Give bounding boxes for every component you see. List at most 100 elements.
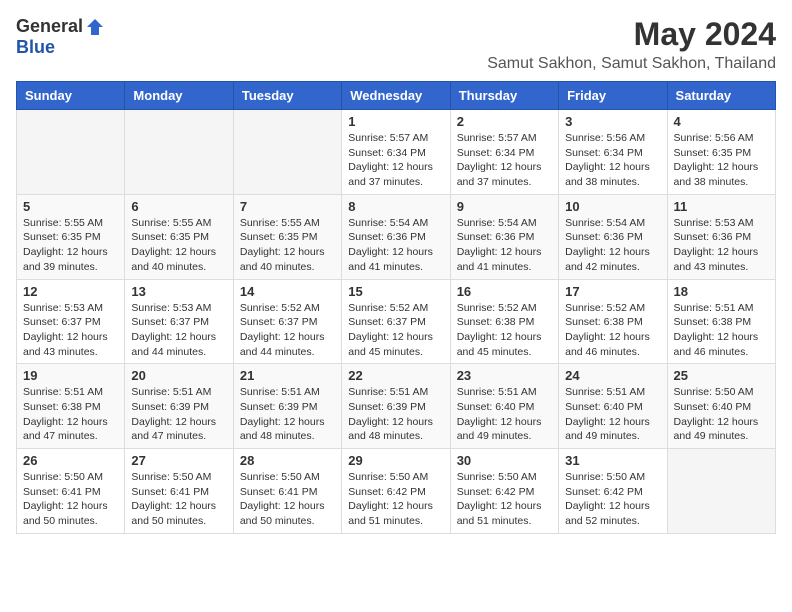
day-info: Sunrise: 5:55 AM Sunset: 6:35 PM Dayligh… (23, 216, 118, 275)
day-number: 17 (565, 284, 660, 299)
table-row: 19 Sunrise: 5:51 AM Sunset: 6:38 PM Dayli… (17, 364, 125, 449)
day-number: 26 (23, 453, 118, 468)
day-number: 21 (240, 368, 335, 383)
table-row: 7Sunrise: 5:55 AM Sunset: 6:35 PM Daylig… (233, 194, 341, 279)
day-number: 13 (131, 284, 226, 299)
table-row: 22 Sunrise: 5:51 AM Sunset: 6:39 PM Dayli… (342, 364, 450, 449)
day-number: 22 (348, 368, 443, 383)
table-row: 18Sunrise: 5:51 AM Sunset: 6:38 PM Dayli… (667, 279, 775, 364)
day-info: Sunrise: 5:51 AM Sunset: 6:39 PM Dayligh… (348, 385, 443, 444)
day-info: Sunrise: 5:53 AM Sunset: 6:37 PM Dayligh… (23, 301, 118, 360)
logo: General Blue (16, 16, 105, 58)
day-info: Sunrise: 5:54 AM Sunset: 6:36 PM Dayligh… (348, 216, 443, 275)
day-info: Sunrise: 5:50 AM Sunset: 6:40 PM Dayligh… (674, 385, 769, 444)
day-info: Sunrise: 5:53 AM Sunset: 6:37 PM Dayligh… (131, 301, 226, 360)
calendar-week-row: 19 Sunrise: 5:51 AM Sunset: 6:38 PM Dayli… (17, 364, 776, 449)
day-number: 1 (348, 114, 443, 129)
day-number: 9 (457, 199, 552, 214)
day-number: 15 (348, 284, 443, 299)
day-info: Sunrise: 5:51 AM Sunset: 6:38 PM Dayligh… (23, 385, 118, 444)
title-area: May 2024 Samut Sakhon, Samut Sakhon, Tha… (487, 16, 776, 73)
table-row (233, 110, 341, 195)
day-number: 12 (23, 284, 118, 299)
table-row: 10Sunrise: 5:54 AM Sunset: 6:36 PM Dayli… (559, 194, 667, 279)
table-row (125, 110, 233, 195)
day-info: Sunrise: 5:57 AM Sunset: 6:34 PM Dayligh… (348, 131, 443, 190)
day-number: 28 (240, 453, 335, 468)
calendar-header-row: Sunday Monday Tuesday Wednesday Thursday… (17, 82, 776, 110)
table-row: 13 Sunrise: 5:53 AM Sunset: 6:37 PM Dayli… (125, 279, 233, 364)
table-row: 30 Sunrise: 5:50 AM Sunset: 6:42 PM Dayli… (450, 449, 558, 534)
month-title: May 2024 (487, 16, 776, 53)
calendar-table: Sunday Monday Tuesday Wednesday Thursday… (16, 81, 776, 534)
table-row: 12 Sunrise: 5:53 AM Sunset: 6:37 PM Dayli… (17, 279, 125, 364)
table-row: 1 Sunrise: 5:57 AM Sunset: 6:34 PM Daylig… (342, 110, 450, 195)
day-number: 3 (565, 114, 660, 129)
day-number: 31 (565, 453, 660, 468)
day-info: Sunrise: 5:50 AM Sunset: 6:42 PM Dayligh… (457, 470, 552, 529)
table-row: 8 Sunrise: 5:54 AM Sunset: 6:36 PM Daylig… (342, 194, 450, 279)
calendar-week-row: 12 Sunrise: 5:53 AM Sunset: 6:37 PM Dayli… (17, 279, 776, 364)
day-info: Sunrise: 5:51 AM Sunset: 6:40 PM Dayligh… (457, 385, 552, 444)
day-number: 6 (131, 199, 226, 214)
day-info: Sunrise: 5:52 AM Sunset: 6:38 PM Dayligh… (565, 301, 660, 360)
day-number: 24 (565, 368, 660, 383)
table-row: 11Sunrise: 5:53 AM Sunset: 6:36 PM Dayli… (667, 194, 775, 279)
table-row: 16Sunrise: 5:52 AM Sunset: 6:38 PM Dayli… (450, 279, 558, 364)
table-row: 17 Sunrise: 5:52 AM Sunset: 6:38 PM Dayli… (559, 279, 667, 364)
day-info: Sunrise: 5:55 AM Sunset: 6:35 PM Dayligh… (131, 216, 226, 275)
day-info: Sunrise: 5:52 AM Sunset: 6:37 PM Dayligh… (240, 301, 335, 360)
table-row: 3 Sunrise: 5:56 AM Sunset: 6:34 PM Daylig… (559, 110, 667, 195)
table-row: 14 Sunrise: 5:52 AM Sunset: 6:37 PM Dayli… (233, 279, 341, 364)
table-row (17, 110, 125, 195)
table-row: 25 Sunrise: 5:50 AM Sunset: 6:40 PM Dayli… (667, 364, 775, 449)
day-info: Sunrise: 5:50 AM Sunset: 6:41 PM Dayligh… (131, 470, 226, 529)
table-row: 23 Sunrise: 5:51 AM Sunset: 6:40 PM Dayli… (450, 364, 558, 449)
table-row: 5 Sunrise: 5:55 AM Sunset: 6:35 PM Daylig… (17, 194, 125, 279)
day-info: Sunrise: 5:53 AM Sunset: 6:36 PM Dayligh… (674, 216, 769, 275)
day-number: 25 (674, 368, 769, 383)
day-info: Sunrise: 5:51 AM Sunset: 6:39 PM Dayligh… (240, 385, 335, 444)
day-number: 29 (348, 453, 443, 468)
day-info: Sunrise: 5:51 AM Sunset: 6:39 PM Dayligh… (131, 385, 226, 444)
location-title: Samut Sakhon, Samut Sakhon, Thailand (487, 55, 776, 73)
day-number: 27 (131, 453, 226, 468)
day-number: 2 (457, 114, 552, 129)
day-info: Sunrise: 5:56 AM Sunset: 6:34 PM Dayligh… (565, 131, 660, 190)
table-row (667, 449, 775, 534)
day-number: 19 (23, 368, 118, 383)
day-number: 8 (348, 199, 443, 214)
logo-general-text: General (16, 16, 83, 37)
day-number: 23 (457, 368, 552, 383)
calendar-week-row: 5 Sunrise: 5:55 AM Sunset: 6:35 PM Daylig… (17, 194, 776, 279)
table-row: 27 Sunrise: 5:50 AM Sunset: 6:41 PM Dayli… (125, 449, 233, 534)
table-row: 21 Sunrise: 5:51 AM Sunset: 6:39 PM Dayli… (233, 364, 341, 449)
table-row: 24 Sunrise: 5:51 AM Sunset: 6:40 PM Dayli… (559, 364, 667, 449)
day-info: Sunrise: 5:50 AM Sunset: 6:41 PM Dayligh… (240, 470, 335, 529)
day-info: Sunrise: 5:56 AM Sunset: 6:35 PM Dayligh… (674, 131, 769, 190)
day-info: Sunrise: 5:51 AM Sunset: 6:38 PM Dayligh… (674, 301, 769, 360)
header-monday: Monday (125, 82, 233, 110)
day-number: 30 (457, 453, 552, 468)
day-number: 14 (240, 284, 335, 299)
table-row: 9Sunrise: 5:54 AM Sunset: 6:36 PM Daylig… (450, 194, 558, 279)
day-info: Sunrise: 5:50 AM Sunset: 6:41 PM Dayligh… (23, 470, 118, 529)
day-number: 4 (674, 114, 769, 129)
day-info: Sunrise: 5:52 AM Sunset: 6:37 PM Dayligh… (348, 301, 443, 360)
logo-icon (85, 17, 105, 37)
table-row: 2 Sunrise: 5:57 AM Sunset: 6:34 PM Daylig… (450, 110, 558, 195)
header-sunday: Sunday (17, 82, 125, 110)
day-info: Sunrise: 5:54 AM Sunset: 6:36 PM Dayligh… (565, 216, 660, 275)
logo-blue-text: Blue (16, 37, 55, 58)
table-row: 6 Sunrise: 5:55 AM Sunset: 6:35 PM Daylig… (125, 194, 233, 279)
table-row: 4 Sunrise: 5:56 AM Sunset: 6:35 PM Daylig… (667, 110, 775, 195)
day-info: Sunrise: 5:50 AM Sunset: 6:42 PM Dayligh… (348, 470, 443, 529)
page-header: General Blue May 2024 Samut Sakhon, Samu… (16, 16, 776, 73)
header-thursday: Thursday (450, 82, 558, 110)
table-row: 28 Sunrise: 5:50 AM Sunset: 6:41 PM Dayli… (233, 449, 341, 534)
day-info: Sunrise: 5:51 AM Sunset: 6:40 PM Dayligh… (565, 385, 660, 444)
day-info: Sunrise: 5:52 AM Sunset: 6:38 PM Dayligh… (457, 301, 552, 360)
day-info: Sunrise: 5:50 AM Sunset: 6:42 PM Dayligh… (565, 470, 660, 529)
day-number: 5 (23, 199, 118, 214)
day-info: Sunrise: 5:57 AM Sunset: 6:34 PM Dayligh… (457, 131, 552, 190)
